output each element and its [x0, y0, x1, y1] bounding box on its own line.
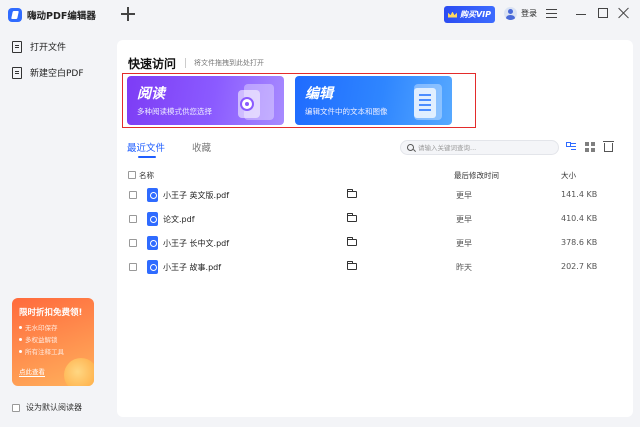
buy-vip-button[interactable]: 购买VIP	[444, 6, 495, 23]
column-modified[interactable]: 最后修改时间	[454, 170, 499, 181]
promo-benefit: 无水印保存	[19, 322, 58, 332]
login-label: 登录	[521, 9, 537, 18]
buy-vip-label: 购买VIP	[459, 10, 492, 19]
open-folder-icon[interactable]	[347, 213, 357, 222]
tab-recent-files[interactable]: 最近文件	[127, 140, 165, 154]
app-name: 嗨动PDF编辑器	[27, 11, 96, 22]
promo-benefit: 所有注释工具	[19, 346, 64, 356]
row-checkbox[interactable]	[129, 215, 137, 223]
promo-banner[interactable]: 限时折扣免费领! 无水印保存 多权益解锁 所有注释工具 点此查看	[12, 298, 94, 386]
crown-icon	[447, 11, 457, 18]
minimize-icon[interactable]	[576, 14, 586, 16]
file-modified: 更早	[456, 239, 472, 248]
new-document-icon	[12, 66, 22, 79]
coin-icon	[64, 358, 94, 386]
maximize-icon[interactable]	[598, 8, 608, 18]
file-size: 378.6 KB	[561, 238, 598, 247]
sidebar-item-open-file[interactable]: 打开文件	[12, 40, 66, 53]
edit-card[interactable]: 编辑 编辑文件中的文本和图像	[295, 76, 452, 125]
read-card-title: 阅读	[137, 86, 165, 102]
login-button[interactable]: 登录	[504, 7, 537, 20]
default-reader-checkbox[interactable]	[12, 403, 20, 412]
main-panel: 快速访问 将文件拖拽到此处打开 阅读 多种阅读模式供您选择 编辑 编辑文件中的文…	[117, 40, 633, 417]
default-reader-label: 设为默认阅读器	[26, 403, 82, 412]
table-row[interactable]: 小王子 故事.pdf 昨天 202.7 KB	[117, 255, 633, 279]
table-header: 名称 最后修改时间 大小	[117, 170, 633, 182]
file-modified: 昨天	[456, 263, 472, 272]
sidebar-item-label: 打开文件	[30, 43, 67, 53]
file-modified: 更早	[456, 191, 472, 200]
edit-card-subtitle: 编辑文件中的文本和图像	[305, 107, 388, 116]
quick-access-title: 快速访问	[128, 57, 177, 71]
file-size: 410.4 KB	[561, 214, 598, 223]
row-checkbox[interactable]	[129, 239, 137, 247]
column-name[interactable]: 名称	[139, 170, 154, 181]
divider	[185, 58, 186, 68]
open-folder-icon[interactable]	[347, 261, 357, 270]
row-checkbox[interactable]	[129, 263, 137, 271]
table-row[interactable]: 小王子 英文版.pdf 更早 141.4 KB	[117, 183, 633, 207]
file-size: 202.7 KB	[561, 262, 598, 271]
new-tab-plus-icon[interactable]	[120, 6, 136, 22]
tab-favorites[interactable]: 收藏	[192, 140, 211, 154]
search-box[interactable]	[400, 140, 559, 155]
sidebar-item-label: 新建空白PDF	[30, 69, 84, 79]
list-view-icon[interactable]	[566, 142, 576, 152]
pdf-file-icon	[147, 260, 158, 274]
file-name[interactable]: 论文.pdf	[163, 214, 195, 225]
read-card-subtitle: 多种阅读模式供您选择	[137, 107, 212, 116]
text-lines-icon	[419, 94, 431, 96]
open-folder-icon[interactable]	[347, 237, 357, 246]
eye-icon	[240, 97, 254, 111]
table-row[interactable]: 论文.pdf 更早 410.4 KB	[117, 207, 633, 231]
brand: 嗨动PDF编辑器	[8, 6, 96, 24]
file-size: 141.4 KB	[561, 190, 598, 199]
sidebar-item-new-blank-pdf[interactable]: 新建空白PDF	[12, 66, 84, 79]
pdf-file-icon	[147, 188, 158, 202]
app-logo-icon	[8, 8, 22, 22]
promo-title: 限时折扣免费领!	[19, 308, 83, 318]
promo-benefit: 多权益解锁	[19, 334, 58, 344]
read-card[interactable]: 阅读 多种阅读模式供您选择	[127, 76, 284, 125]
drag-drop-hint: 将文件拖拽到此处打开	[194, 59, 264, 67]
active-tab-indicator	[138, 156, 156, 158]
search-input[interactable]	[418, 143, 548, 152]
search-icon	[407, 144, 414, 151]
grid-view-icon[interactable]	[585, 142, 595, 152]
file-name[interactable]: 小王子 长中文.pdf	[163, 238, 229, 249]
trash-icon[interactable]	[603, 141, 614, 152]
row-checkbox[interactable]	[129, 191, 137, 199]
file-name[interactable]: 小王子 故事.pdf	[163, 262, 221, 273]
open-folder-icon[interactable]	[347, 189, 357, 198]
pdf-file-icon	[147, 236, 158, 250]
file-modified: 更早	[456, 215, 472, 224]
avatar-icon	[504, 7, 517, 20]
close-icon[interactable]	[618, 7, 630, 19]
file-name[interactable]: 小王子 英文版.pdf	[163, 190, 229, 201]
menu-icon[interactable]	[546, 9, 557, 18]
edit-card-title: 编辑	[305, 86, 333, 102]
document-icon	[12, 40, 22, 53]
document-icon	[414, 88, 436, 118]
sidebar: 嗨动PDF编辑器 打开文件 新建空白PDF 限时折扣免费领! 无水印保存 多权益…	[0, 0, 108, 427]
select-all-checkbox[interactable]	[128, 171, 136, 179]
table-row[interactable]: 小王子 长中文.pdf 更早 378.6 KB	[117, 231, 633, 255]
default-reader-option[interactable]: 设为默认阅读器	[12, 402, 82, 413]
column-size[interactable]: 大小	[561, 170, 576, 181]
promo-view-button[interactable]: 点此查看	[19, 366, 45, 377]
pdf-file-icon	[147, 212, 158, 226]
